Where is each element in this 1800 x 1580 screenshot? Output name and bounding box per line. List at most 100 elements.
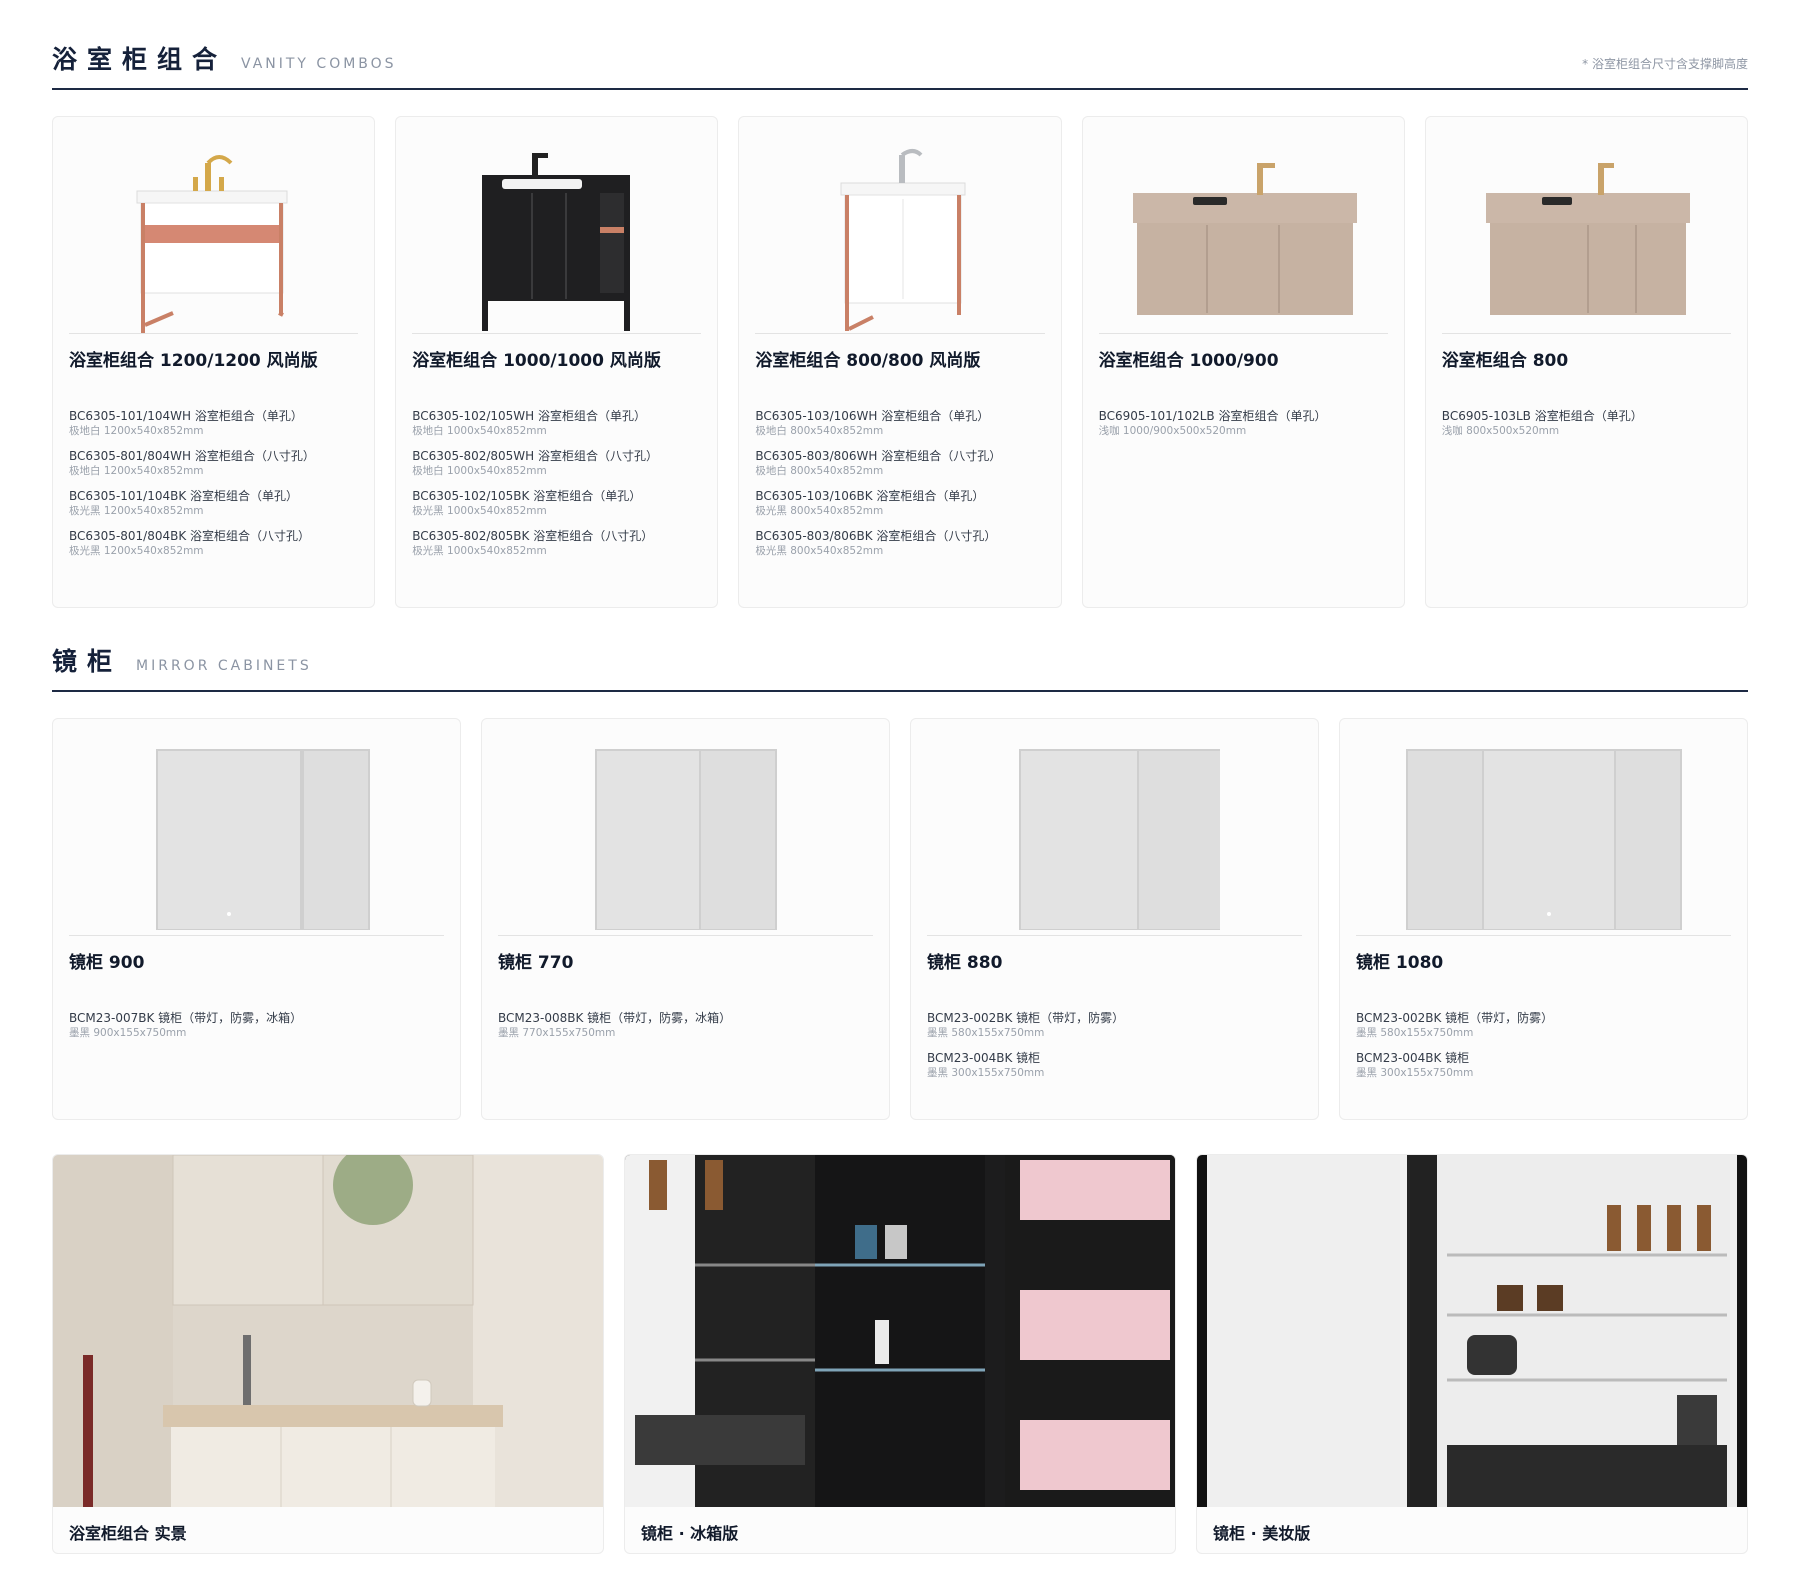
sku-spec: 极地白 800x540x852mm [755, 465, 884, 477]
sku-spec: 墨黑 580x155x750mm [927, 1027, 1045, 1039]
product-card[interactable]: 镜柜 770 BCM23-008BK 镜柜（带灯，防雾，冰箱） 墨黑 770x1… [481, 718, 890, 1120]
sku-item: BC6305-103/106WH 浴室柜组合（单孔） 极地白 800x540x8… [755, 408, 1044, 438]
sku-spec: 墨黑 770x155x750mm [498, 1027, 616, 1039]
sku-spec: 墨黑 300x155x750mm [1356, 1067, 1474, 1079]
sku-spec: 极光黑 1000x540x852mm [412, 545, 547, 557]
sku-item: BC6305-802/805WH 浴室柜组合（八寸孔） 极地白 1000x540… [412, 448, 701, 478]
sku-spec: 浅咖 1000/900x500x520mm [1098, 425, 1247, 437]
sku-item: BC6905-103LB 浴室柜组合（单孔） 浅咖 800x500x520mm [1442, 408, 1731, 438]
sku-item: BCM23-008BK 镜柜（带灯，防雾，冰箱） 墨黑 770x155x750m… [498, 1010, 873, 1040]
sku-spec: 极地白 1200x540x852mm [69, 465, 204, 477]
product-card[interactable]: 浴室柜组合 1000/900 BC6905-101/102LB 浴室柜组合（单孔… [1081, 116, 1405, 608]
sku-spec: 极光黑 800x540x852mm [755, 505, 884, 517]
sku-spec: 墨黑 300x155x750mm [927, 1067, 1045, 1079]
scene-row: 浴室柜组合 实景 镜柜 · 冰箱版 镜柜 · 美妆版 [52, 1154, 1748, 1554]
product-title: 浴室柜组合 1000/900 [1098, 351, 1279, 371]
sku-item: BC6305-101/104BK 浴室柜组合（单孔） 极光黑 1200x540x… [69, 488, 358, 518]
mirror-cabinet-combo-image [927, 735, 1302, 935]
scene-card[interactable]: 镜柜 · 美妆版 [1196, 1154, 1748, 1554]
scene-card[interactable]: 浴室柜组合 实景 [52, 1154, 604, 1554]
vanity-section-title: 浴室柜组合 [52, 45, 228, 74]
sku-code: BC6905-101/102LB 浴室柜组合（单孔） [1098, 409, 1327, 423]
product-title: 浴室柜组合 1000/1000 风尚版 [412, 351, 661, 371]
bathroom-scene-photo [53, 1155, 603, 1507]
sku-spec: 极地白 1000x540x852mm [412, 465, 547, 477]
sku-spec: 墨黑 580x155x750mm [1356, 1027, 1474, 1039]
product-card[interactable]: 浴室柜组合 1000/1000 风尚版 BC6305-102/105WH 浴室柜… [395, 116, 719, 608]
vanity-wallhung-beige-2door-image [1442, 133, 1731, 333]
product-card[interactable]: 浴室柜组合 1200/1200 风尚版 BC6305-101/104WH 浴室柜… [52, 116, 376, 608]
vanity-card-row: 浴室柜组合 1200/1200 风尚版 BC6305-101/104WH 浴室柜… [52, 116, 1748, 608]
mirror-fridge-interior-photo [625, 1155, 1175, 1507]
sku-code: BC6905-103LB 浴室柜组合（单孔） [1441, 409, 1643, 423]
product-card[interactable]: 浴室柜组合 800/800 风尚版 BC6305-103/106WH 浴室柜组合… [738, 116, 1062, 608]
sku-code: BCM23-002BK 镜柜（带灯，防雾） [927, 1011, 1125, 1025]
sku-code: BC6305-802/805BK 浴室柜组合（八寸孔） [412, 529, 654, 543]
product-card[interactable]: 镜柜 880 BCM23-002BK 镜柜（带灯，防雾） 墨黑 580x155x… [910, 718, 1319, 1120]
sku-code: BC6305-103/106BK 浴室柜组合（单孔） [755, 489, 985, 503]
sku-item: BC6305-101/104WH 浴室柜组合（单孔） 极地白 1200x540x… [69, 408, 358, 438]
product-title: 镜柜 1080 [1356, 953, 1444, 973]
sku-item: BCM23-002BK 镜柜（带灯，防雾） 墨黑 580x155x750mm [1356, 1010, 1731, 1040]
sku-code: BCM23-008BK 镜柜（带灯，防雾，冰箱） [498, 1011, 732, 1025]
mirror-card-row: 镜柜 900 BCM23-007BK 镜柜（带灯，防雾，冰箱） 墨黑 900x1… [52, 718, 1748, 1120]
scene-caption: 镜柜 · 美妆版 [1213, 1524, 1311, 1543]
sku-item: BCM23-004BK 镜柜 墨黑 300x155x750mm [1356, 1050, 1731, 1080]
card-divider [1356, 935, 1731, 936]
sku-code: BC6305-803/806BK 浴室柜组合（八寸孔） [755, 529, 997, 543]
scene-caption: 浴室柜组合 实景 [69, 1524, 187, 1543]
mirror-cabinet-three-door-image [1356, 735, 1731, 935]
sku-item: BCM23-002BK 镜柜（带灯，防雾） 墨黑 580x155x750mm [927, 1010, 1302, 1040]
product-title: 镜柜 770 [498, 953, 574, 973]
product-card[interactable]: 浴室柜组合 800 BC6905-103LB 浴室柜组合（单孔） 浅咖 800x… [1424, 116, 1748, 608]
vanity-white-gold-faucet-image [69, 133, 358, 333]
sku-spec: 极光黑 800x540x852mm [755, 545, 884, 557]
product-title: 镜柜 900 [69, 953, 145, 973]
vanity-wallhung-beige-3door-image [1099, 133, 1388, 333]
sku-code: BCM23-002BK 镜柜（带灯，防雾） [1356, 1011, 1554, 1025]
mirror-cabinet-wide-narrow-image [69, 735, 444, 935]
sku-item: BC6305-802/805BK 浴室柜组合（八寸孔） 极光黑 1000x540… [412, 528, 701, 558]
vanity-black-image [412, 133, 701, 333]
sku-spec: 极光黑 1000x540x852mm [412, 505, 547, 517]
mirror-section-subtitle: MIRROR CABINETS [136, 658, 312, 674]
product-title: 镜柜 880 [927, 953, 1003, 973]
sku-code: BC6305-102/105WH 浴室柜组合（单孔） [412, 409, 647, 423]
sku-item: BC6305-102/105BK 浴室柜组合（单孔） 极光黑 1000x540x… [412, 488, 701, 518]
mirror-section-title: 镜柜 [52, 647, 123, 676]
product-title: 浴室柜组合 800 [1441, 351, 1569, 371]
card-divider [1441, 333, 1731, 334]
sku-code: BC6305-103/106WH 浴室柜组合（单孔） [755, 409, 990, 423]
product-title: 浴室柜组合 1200/1200 风尚版 [69, 351, 318, 371]
card-divider [755, 333, 1045, 334]
sku-code: BC6305-101/104WH 浴室柜组合（单孔） [69, 409, 303, 423]
card-divider [927, 935, 1302, 936]
sku-item: BC6305-102/105WH 浴室柜组合（单孔） 极地白 1000x540x… [412, 408, 701, 438]
mirror-makeup-interior-photo [1197, 1155, 1747, 1507]
sku-code: BCM23-004BK 镜柜 [927, 1051, 1041, 1065]
scene-caption: 镜柜 · 冰箱版 [641, 1524, 739, 1543]
card-divider [1098, 333, 1388, 334]
vanity-section-header: 浴室柜组合 VANITY COMBOS * 浴室柜组合尺寸含支撑脚高度 [52, 40, 1748, 90]
vanity-section-note: * 浴室柜组合尺寸含支撑脚高度 [1582, 57, 1748, 71]
card-divider [498, 935, 873, 936]
card-divider [412, 333, 702, 334]
sku-item: BC6905-101/102LB 浴室柜组合（单孔） 浅咖 1000/900x5… [1099, 408, 1388, 438]
sku-code: BC6305-102/105BK 浴室柜组合（单孔） [412, 489, 642, 503]
sku-spec: 极地白 1000x540x852mm [412, 425, 547, 437]
sku-code: BC6305-101/104BK 浴室柜组合（单孔） [69, 489, 299, 503]
sku-item: BC6305-801/804BK 浴室柜组合（八寸孔） 极光黑 1200x540… [69, 528, 358, 558]
scene-card[interactable]: 镜柜 · 冰箱版 [624, 1154, 1176, 1554]
sku-spec: 墨黑 900x155x750mm [69, 1027, 187, 1039]
sku-item: BC6305-103/106BK 浴室柜组合（单孔） 极光黑 800x540x8… [755, 488, 1044, 518]
product-card[interactable]: 镜柜 900 BCM23-007BK 镜柜（带灯，防雾，冰箱） 墨黑 900x1… [52, 718, 461, 1120]
catalog-page: 浴室柜组合 VANITY COMBOS * 浴室柜组合尺寸含支撑脚高度 浴室柜组… [0, 0, 1800, 1580]
mirror-cabinet-two-door-image [498, 735, 873, 935]
sku-item: BC6305-801/804WH 浴室柜组合（八寸孔） 极地白 1200x540… [69, 448, 358, 478]
sku-code: BC6305-801/804WH 浴室柜组合（八寸孔） [69, 449, 315, 463]
product-card[interactable]: 镜柜 1080 BCM23-002BK 镜柜（带灯，防雾） 墨黑 580x155… [1339, 718, 1748, 1120]
sku-item: BCM23-007BK 镜柜（带灯，防雾，冰箱） 墨黑 900x155x750m… [69, 1010, 444, 1040]
sku-code: BCM23-004BK 镜柜 [1356, 1051, 1470, 1065]
sku-spec: 极光黑 1200x540x852mm [69, 505, 204, 517]
vanity-section-subtitle: VANITY COMBOS [241, 56, 397, 72]
